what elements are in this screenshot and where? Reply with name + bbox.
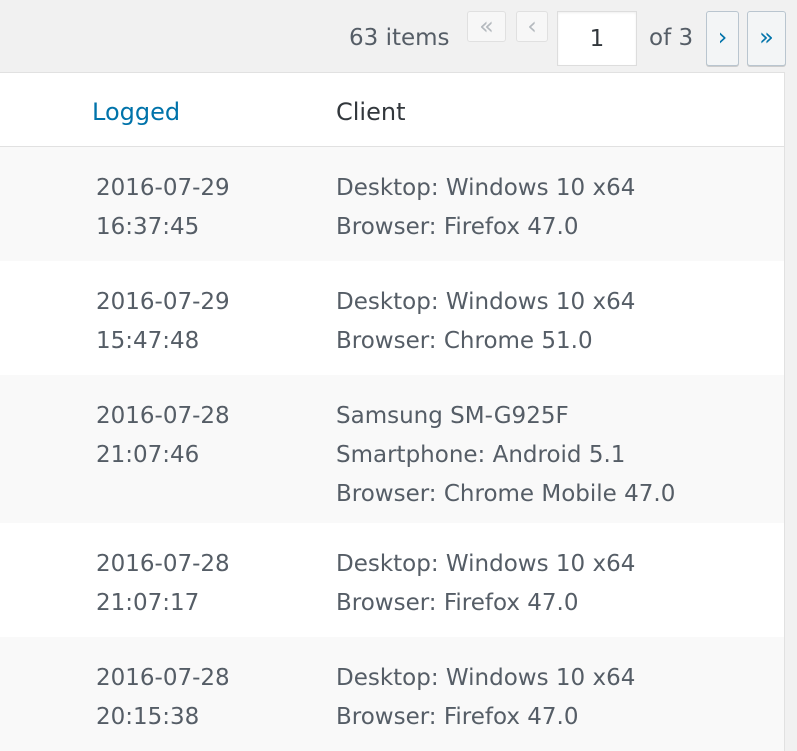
- logged-date: 2016-07-28: [96, 403, 230, 429]
- total-pages: of 3: [649, 25, 694, 51]
- column-header-logged[interactable]: Logged: [92, 93, 180, 131]
- client-cell: Desktop: Windows 10 x64 Browser: Firefox…: [336, 659, 635, 737]
- logged-time: 20:15:38: [96, 704, 200, 730]
- client-cell: Desktop: Windows 10 x64 Browser: Chrome …: [336, 283, 635, 361]
- client-line: Browser: Firefox 47.0: [336, 704, 579, 730]
- client-line: Desktop: Windows 10 x64: [336, 289, 636, 315]
- logged-time: 15:47:48: [96, 328, 200, 354]
- logged-time: 16:37:45: [96, 214, 200, 240]
- table-row: 2016-07-29 15:47:48 Desktop: Windows 10 …: [0, 261, 784, 375]
- logged-date: 2016-07-28: [96, 665, 230, 691]
- client-line: Browser: Firefox 47.0: [336, 590, 579, 616]
- items-count: 63 items: [349, 25, 450, 51]
- client-line: Desktop: Windows 10 x64: [336, 665, 636, 691]
- client-cell: Desktop: Windows 10 x64 Browser: Firefox…: [336, 169, 635, 247]
- logged-time: 21:07:17: [96, 590, 200, 616]
- logged-cell: 2016-07-28 21:07:17: [96, 545, 230, 623]
- logged-time: 21:07:46: [96, 442, 200, 468]
- client-line: Smartphone: Android 5.1: [336, 442, 626, 468]
- logged-cell: 2016-07-28 21:07:46: [96, 397, 230, 475]
- table-row: 2016-07-29 16:37:45 Desktop: Windows 10 …: [0, 147, 784, 261]
- client-cell: Samsung SM-G925F Smartphone: Android 5.1…: [336, 397, 675, 514]
- client-line: Browser: Chrome 51.0: [336, 328, 593, 354]
- logged-date: 2016-07-29: [96, 289, 230, 315]
- logged-cell: 2016-07-28 20:15:38: [96, 659, 230, 737]
- client-cell: Desktop: Windows 10 x64 Browser: Firefox…: [336, 545, 635, 623]
- current-page-input[interactable]: [557, 11, 637, 66]
- client-line: Samsung SM-G925F: [336, 403, 569, 429]
- table-row: 2016-07-28 21:07:46 Samsung SM-G925F Sma…: [0, 375, 784, 523]
- client-line: Desktop: Windows 10 x64: [336, 175, 636, 201]
- column-header-client: Client: [336, 98, 406, 126]
- log-page: 63 items « ‹ of 3 › » Logged Client 2016…: [0, 0, 797, 751]
- next-page-button[interactable]: ›: [706, 11, 739, 66]
- logged-cell: 2016-07-29 16:37:45: [96, 169, 230, 247]
- client-line: Desktop: Windows 10 x64: [336, 551, 636, 577]
- pagination-bar: 63 items « ‹ of 3 › »: [0, 0, 797, 72]
- table-row: 2016-07-28 20:15:38 Desktop: Windows 10 …: [0, 637, 784, 751]
- logged-date: 2016-07-29: [96, 175, 230, 201]
- table-row: 2016-07-28 21:07:17 Desktop: Windows 10 …: [0, 523, 784, 637]
- previous-page-button: ‹: [516, 11, 548, 42]
- logged-date: 2016-07-28: [96, 551, 230, 577]
- first-page-button: «: [467, 11, 506, 42]
- last-page-button[interactable]: »: [747, 11, 786, 66]
- table-header: Logged Client: [0, 73, 784, 147]
- client-line: Browser: Chrome Mobile 47.0: [336, 481, 676, 507]
- client-line: Browser: Firefox 47.0: [336, 214, 579, 240]
- logged-cell: 2016-07-29 15:47:48: [96, 283, 230, 361]
- log-table: Logged Client 2016-07-29 16:37:45 Deskto…: [0, 72, 785, 751]
